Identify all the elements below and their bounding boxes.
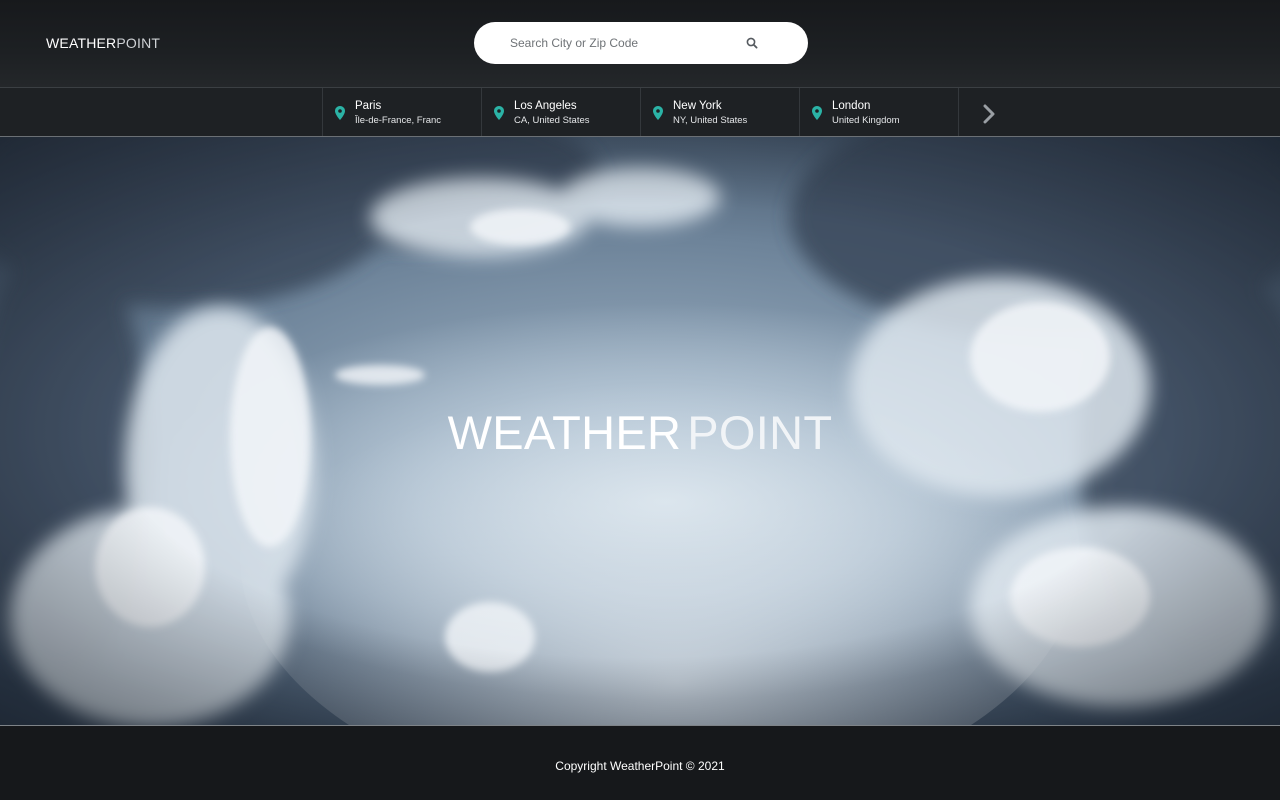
header: WEATHERPOINT xyxy=(0,0,1280,87)
city-name: London xyxy=(832,100,871,112)
city-region: United Kingdom xyxy=(832,115,900,126)
location-pin-icon xyxy=(812,106,822,120)
city-name: New York xyxy=(673,100,722,112)
city-name: Paris xyxy=(355,100,382,112)
city-item-new-york[interactable]: New York NY, United States xyxy=(640,88,799,136)
city-region: CA, United States xyxy=(514,115,590,126)
copyright-text: Copyright WeatherPoint © 2021 xyxy=(555,759,725,773)
city-item-london[interactable]: London United Kingdom xyxy=(799,88,958,136)
cities-bar: Paris Île-de-France, France Los Angeles … xyxy=(0,87,1280,137)
cities-next-button[interactable] xyxy=(958,88,1018,136)
city-region: NY, United States xyxy=(673,115,748,126)
city-item-paris[interactable]: Paris Île-de-France, France xyxy=(322,88,481,136)
city-name: Los Angeles xyxy=(514,100,577,112)
search-input[interactable] xyxy=(510,22,740,64)
hero-banner: WEATHER POINT xyxy=(0,137,1280,725)
hero-title-light: POINT xyxy=(687,406,833,459)
location-pin-icon xyxy=(653,106,663,120)
hero-title: WEATHER POINT xyxy=(0,405,1280,460)
city-item-los-angeles[interactable]: Los Angeles CA, United States xyxy=(481,88,640,136)
chevron-right-icon xyxy=(983,104,995,124)
search-icon[interactable] xyxy=(746,37,758,49)
logo-bold-text: WEATHER xyxy=(46,35,117,51)
city-region: Île-de-France, France xyxy=(355,115,441,126)
hero-title-bold: WEATHER xyxy=(447,406,682,459)
location-pin-icon xyxy=(335,106,345,120)
location-pin-icon xyxy=(494,106,504,120)
search-bar xyxy=(474,22,808,64)
logo-light-text: POINT xyxy=(116,35,161,51)
logo[interactable]: WEATHERPOINT xyxy=(46,35,160,51)
footer: Copyright WeatherPoint © 2021 xyxy=(0,725,1280,800)
